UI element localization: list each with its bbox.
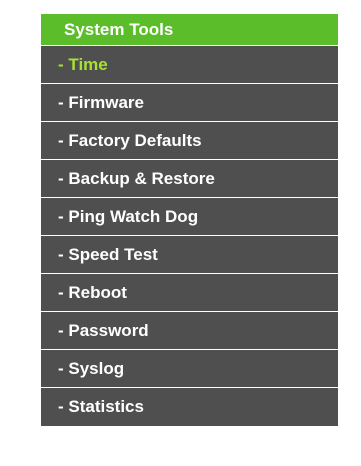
menu-item-firmware[interactable]: - Firmware: [41, 84, 338, 122]
menu-item-ping-watch-dog[interactable]: - Ping Watch Dog: [41, 198, 338, 236]
menu-header-system-tools[interactable]: System Tools: [41, 14, 338, 46]
menu-item-speed-test[interactable]: - Speed Test: [41, 236, 338, 274]
menu-item-time[interactable]: - Time: [41, 46, 338, 84]
menu-item-statistics[interactable]: - Statistics: [41, 388, 338, 426]
system-tools-menu: System Tools - Time - Firmware - Factory…: [41, 14, 338, 426]
menu-item-reboot[interactable]: - Reboot: [41, 274, 338, 312]
menu-item-password[interactable]: - Password: [41, 312, 338, 350]
menu-item-factory-defaults[interactable]: - Factory Defaults: [41, 122, 338, 160]
menu-item-backup-restore[interactable]: - Backup & Restore: [41, 160, 338, 198]
menu-item-syslog[interactable]: - Syslog: [41, 350, 338, 388]
